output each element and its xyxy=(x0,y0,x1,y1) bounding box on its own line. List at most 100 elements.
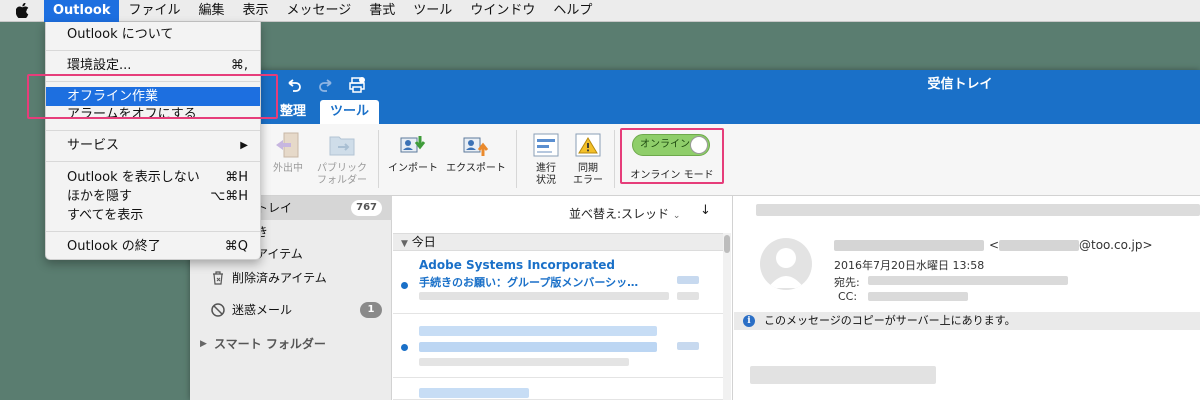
warning-icon xyxy=(575,133,601,157)
message-row[interactable] xyxy=(393,380,723,400)
redacted-text xyxy=(834,240,984,251)
preferences-label: 環境設定... xyxy=(67,58,132,73)
menu-message[interactable]: メッセージ xyxy=(278,0,361,22)
menu-help[interactable]: ヘルプ xyxy=(544,0,601,22)
ribbon-divider xyxy=(516,130,517,188)
menu-separator xyxy=(46,161,260,162)
sender-avatar xyxy=(760,238,812,290)
public-folders-label-1: パブリック xyxy=(317,163,367,174)
undo-icon[interactable] xyxy=(285,76,303,94)
menu-outlook[interactable]: Outlook xyxy=(44,0,120,22)
export-icon xyxy=(463,137,489,156)
submenu-arrow-icon: ▶ xyxy=(240,140,248,151)
junk-count-badge: 1 xyxy=(360,302,382,318)
apple-icon[interactable] xyxy=(0,0,44,22)
hide-others-shortcut: ⌥⌘H xyxy=(210,189,248,204)
progress-label-1: 進行 xyxy=(536,163,556,174)
expand-arrow-icon[interactable]: ▶ xyxy=(200,332,207,356)
sort-label: 並べ替え:スレッド xyxy=(569,207,670,221)
sync-errors-button[interactable]: 同期 エラー xyxy=(570,130,606,187)
message-sender: Adobe Systems Incorporated xyxy=(419,258,615,272)
progress-button[interactable]: 進行 状況 xyxy=(528,130,564,187)
reading-pane: < @too.co.jp> 2016年7月20日水曜日 13:58 宛先: CC… xyxy=(734,196,1200,400)
export-button[interactable]: エクスポート xyxy=(444,130,508,175)
menu-item-preferences[interactable]: 環境設定... ⌘, xyxy=(46,56,260,75)
title-bar: 受信トレイ xyxy=(190,70,1200,100)
redacted-text xyxy=(677,342,699,350)
chevron-down-icon: ⌄ xyxy=(672,211,681,221)
menu-item-services[interactable]: サービス ▶ xyxy=(46,136,260,155)
quit-label: Outlook の終了 xyxy=(67,239,161,254)
import-button[interactable]: インポート xyxy=(386,130,440,175)
menu-format[interactable]: 書式 xyxy=(360,0,404,22)
folder-smart-folders[interactable]: ▶ スマート フォルダー xyxy=(190,332,392,356)
hide-outlook-label: Outlook を表示しない xyxy=(67,170,200,185)
export-label: エクスポート xyxy=(446,163,506,174)
redacted-text xyxy=(419,342,657,352)
print-icon[interactable] xyxy=(348,76,366,94)
message-row[interactable]: Adobe Systems Incorporated 手続きのお願い：グループ版… xyxy=(393,252,723,314)
public-folders-button[interactable]: パブリック フォルダー xyxy=(312,130,372,187)
menu-item-hide-outlook[interactable]: Outlook を表示しない ⌘H xyxy=(46,168,260,187)
public-folder-icon xyxy=(329,136,355,156)
info-bar: i このメッセージのコピーがサーバー上にあります。 xyxy=(734,312,1200,330)
ribbon: 外出中 パブリック フォルダー インポート エクスポート 進行 状況 同期 エラ… xyxy=(190,124,1200,196)
sender-email-domain: @too.co.jp> xyxy=(1079,238,1153,252)
tab-tools[interactable]: ツール xyxy=(320,100,380,124)
folder-junk-label: 迷惑メール xyxy=(232,303,293,317)
menu-item-show-all[interactable]: すべてを表示 xyxy=(46,206,260,225)
redacted-text xyxy=(419,388,529,398)
folder-deleted-label: 削除済みアイテム xyxy=(232,271,327,285)
menu-item-quit[interactable]: Outlook の終了 ⌘Q xyxy=(46,237,260,256)
folder-junk[interactable]: 迷惑メール 1 xyxy=(190,298,392,322)
group-header-today[interactable]: ▼ 今日 xyxy=(393,233,723,251)
public-folders-label-2: フォルダー xyxy=(317,175,367,186)
message-list-scrollbar[interactable] xyxy=(723,233,731,400)
menu-item-hide-others[interactable]: ほかを隠す ⌥⌘H xyxy=(46,187,260,206)
services-label: サービス xyxy=(67,138,120,153)
outlook-app-menu: Outlook について 環境設定... ⌘, オフライン作業 アラームをオフに… xyxy=(45,22,261,260)
hide-others-label: ほかを隠す xyxy=(67,189,133,204)
redacted-text xyxy=(750,366,936,384)
outbox-button[interactable]: 外出中 xyxy=(270,130,306,175)
scrollbar-thumb[interactable] xyxy=(724,235,730,253)
cc-label: CC: xyxy=(838,290,858,303)
menu-separator xyxy=(46,50,260,51)
menu-edit[interactable]: 編集 xyxy=(190,0,234,22)
menu-file[interactable]: ファイル xyxy=(119,0,189,22)
redacted-text xyxy=(419,358,629,366)
menu-window[interactable]: ウインドウ xyxy=(461,0,544,22)
unread-dot xyxy=(401,344,408,351)
group-today-label: 今日 xyxy=(411,235,436,249)
menu-item-about[interactable]: Outlook について xyxy=(46,25,260,44)
preferences-shortcut: ⌘, xyxy=(230,58,248,73)
sort-direction-button[interactable]: ↓ xyxy=(700,203,711,218)
smart-folders-label: スマート フォルダー xyxy=(214,337,326,351)
quit-shortcut: ⌘Q xyxy=(224,239,248,254)
menu-separator xyxy=(46,130,260,131)
ribbon-divider xyxy=(378,130,379,188)
sort-dropdown[interactable]: 並べ替え:スレッド ⌄ xyxy=(569,205,680,222)
out-of-office-icon xyxy=(276,132,299,158)
message-row[interactable] xyxy=(393,316,723,378)
hide-outlook-shortcut: ⌘H xyxy=(225,170,248,185)
folder-inbox-label: トレイ xyxy=(256,201,293,215)
inbox-count-badge: 767 xyxy=(351,200,382,216)
to-label: 宛先: xyxy=(834,276,860,289)
ribbon-divider xyxy=(614,130,615,188)
redacted-text xyxy=(419,326,657,336)
redo-icon[interactable] xyxy=(317,76,335,94)
menu-bar: Outlook ファイル 編集 表示 メッセージ 書式 ツール ウインドウ ヘル… xyxy=(0,0,1200,22)
window-title: 受信トレイ xyxy=(927,77,993,92)
outbox-label: 外出中 xyxy=(273,163,303,174)
progress-icon xyxy=(533,133,559,157)
menu-separator xyxy=(46,231,260,232)
redacted-text xyxy=(756,204,1200,216)
redacted-text xyxy=(868,292,968,301)
sync-errors-label-1: 同期 xyxy=(578,163,598,174)
menu-view[interactable]: 表示 xyxy=(234,0,278,22)
message-subject: 手続きのお願い：グループ版メンバーシッ… xyxy=(419,276,639,289)
folder-deleted[interactable]: 削除済みアイテム xyxy=(190,266,392,290)
sync-errors-label-2: エラー xyxy=(573,175,603,186)
menu-tools[interactable]: ツール xyxy=(404,0,461,22)
